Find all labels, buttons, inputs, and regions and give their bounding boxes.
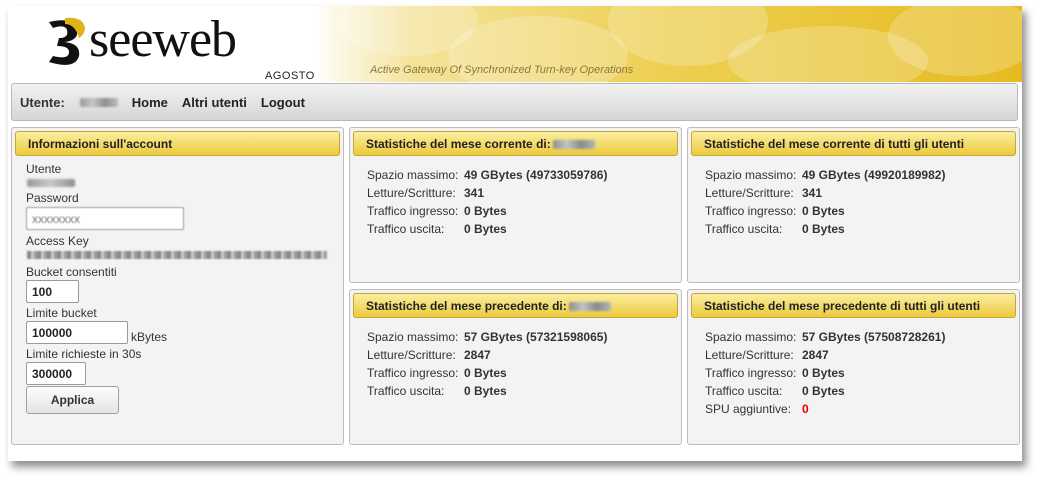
- panel-title: Statistiche del mese corrente di tutti g…: [691, 131, 1016, 156]
- access-key-redacted: [27, 251, 327, 259]
- access-key-label: Access Key: [26, 234, 89, 248]
- stat-value: 49 GBytes (49920189982): [802, 168, 946, 182]
- logo-text: seeweb: [89, 11, 237, 68]
- username-redacted: [27, 179, 75, 187]
- stat-value: 2847: [464, 348, 491, 362]
- limit-bucket-unit: kBytes: [131, 330, 168, 344]
- stat-row: Spazio massimo: 57 GBytes (57508728261): [705, 328, 1019, 346]
- stat-value: 57 GBytes (57321598065): [464, 330, 608, 344]
- limit-bucket-field[interactable]: [26, 321, 128, 344]
- header-banner: seeweb AGOSTO Active Gateway Of Synchron…: [8, 6, 1022, 82]
- stat-row: Letture/Scritture: 2847: [367, 346, 681, 364]
- stat-row: Traffico ingresso: 0 Bytes: [705, 202, 1019, 220]
- nav-altri-utenti[interactable]: Altri utenti: [182, 95, 247, 110]
- tagline: Active Gateway Of Synchronized Turn-key …: [370, 64, 634, 76]
- stat-row: Spazio massimo: 57 GBytes (57321598065): [367, 328, 681, 346]
- stat-label: Spazio massimo:: [705, 168, 797, 182]
- panel-title: Statistiche del mese precedente di tutti…: [691, 293, 1016, 318]
- stat-value: 0: [802, 402, 809, 416]
- stat-row: Traffico uscita: 0 Bytes: [705, 382, 1019, 400]
- stat-row: Traffico ingresso: 0 Bytes: [367, 202, 681, 220]
- current-all-stats-panel: Statistiche del mese corrente di tutti g…: [687, 127, 1020, 283]
- stat-label: Traffico uscita:: [367, 384, 445, 398]
- stat-label: Spazio massimo:: [705, 330, 797, 344]
- limit-requests-field[interactable]: [26, 362, 86, 385]
- stat-value: 0 Bytes: [802, 204, 845, 218]
- stat-value: 0 Bytes: [464, 366, 507, 380]
- stat-label: Traffico ingresso:: [367, 366, 459, 380]
- stat-label: Spazio massimo:: [367, 168, 459, 182]
- stat-value: 57 GBytes (57508728261): [802, 330, 946, 344]
- password-label: Password: [26, 191, 79, 205]
- stat-row: Traffico uscita: 0 Bytes: [705, 220, 1019, 238]
- stat-value: 341: [464, 186, 485, 200]
- apply-button[interactable]: Applica: [26, 386, 119, 414]
- stat-value: 0 Bytes: [802, 222, 845, 236]
- previous-all-stats-panel: Statistiche del mese precedente di tutti…: [687, 289, 1020, 445]
- stat-label: Letture/Scritture:: [367, 348, 456, 362]
- stat-label: Traffico uscita:: [367, 222, 445, 236]
- stat-label: Letture/Scritture:: [705, 348, 794, 362]
- stat-value: 0 Bytes: [802, 384, 845, 398]
- nav-bar: Utente: Home Altri utenti Logout: [11, 83, 1018, 121]
- stat-row: Letture/Scritture: 341: [705, 184, 1019, 202]
- seeweb-logo: seeweb AGOSTO: [43, 12, 323, 82]
- panel-title: Statistiche del mese corrente di:: [353, 131, 678, 156]
- stat-row: Letture/Scritture: 2847: [705, 346, 1019, 364]
- nav-logout[interactable]: Logout: [261, 95, 305, 110]
- stat-value: 0 Bytes: [802, 366, 845, 380]
- stat-label: Traffico ingresso:: [705, 366, 797, 380]
- stat-value: 0 Bytes: [464, 384, 507, 398]
- password-field[interactable]: [26, 207, 184, 230]
- panel-title: Informazioni sull'account: [15, 131, 340, 156]
- stat-label: Letture/Scritture:: [367, 186, 456, 200]
- logo-mark-icon: [49, 17, 85, 65]
- stat-row: Spazio massimo: 49 GBytes (49733059786): [367, 166, 681, 184]
- stat-label: Traffico ingresso:: [367, 204, 459, 218]
- username-redacted: [79, 97, 118, 107]
- stat-label: Spazio massimo:: [367, 330, 459, 344]
- username-redacted: [552, 140, 595, 150]
- username-redacted: [568, 302, 611, 312]
- stat-row: Spazio massimo: 49 GBytes (49920189982): [705, 166, 1019, 184]
- nav-home[interactable]: Home: [132, 95, 168, 110]
- user-label: Utente:: [20, 94, 65, 110]
- stat-value: 341: [802, 186, 823, 200]
- stat-label: SPU aggiuntive:: [705, 402, 792, 416]
- limit-requests-label: Limite richieste in 30s: [26, 347, 142, 361]
- stat-label: Traffico uscita:: [705, 222, 783, 236]
- stat-value: 0 Bytes: [464, 204, 507, 218]
- app-window: seeweb AGOSTO Active Gateway Of Synchron…: [8, 6, 1022, 461]
- stat-row: Traffico ingresso: 0 Bytes: [367, 364, 681, 382]
- user-label: Utente: [26, 162, 62, 176]
- panel-title: Statistiche del mese precedente di:: [353, 293, 678, 318]
- stat-label: Traffico ingresso:: [705, 204, 797, 218]
- bucket-label: Bucket consentiti: [26, 265, 117, 279]
- limit-bucket-label: Limite bucket: [26, 306, 97, 320]
- stat-row: SPU aggiuntive: 0: [705, 400, 1019, 418]
- stat-row: Traffico uscita: 0 Bytes: [367, 220, 681, 238]
- stat-label: Traffico uscita:: [705, 384, 783, 398]
- stat-value: 0 Bytes: [464, 222, 507, 236]
- stat-row: Traffico uscita: 0 Bytes: [367, 382, 681, 400]
- bucket-field[interactable]: [26, 280, 79, 303]
- previous-user-stats-panel: Statistiche del mese precedente di: Spaz…: [349, 289, 682, 445]
- stat-row: Letture/Scritture: 341: [367, 184, 681, 202]
- stat-value: 49 GBytes (49733059786): [464, 168, 608, 182]
- stat-label: Letture/Scritture:: [705, 186, 794, 200]
- stat-value: 2847: [802, 348, 829, 362]
- stat-row: Traffico ingresso: 0 Bytes: [705, 364, 1019, 382]
- current-user-stats-panel: Statistiche del mese corrente di: Spazio…: [349, 127, 682, 283]
- logo-subtitle: AGOSTO: [265, 70, 315, 82]
- account-panel: Informazioni sull'account Utente Passwor…: [11, 127, 344, 445]
